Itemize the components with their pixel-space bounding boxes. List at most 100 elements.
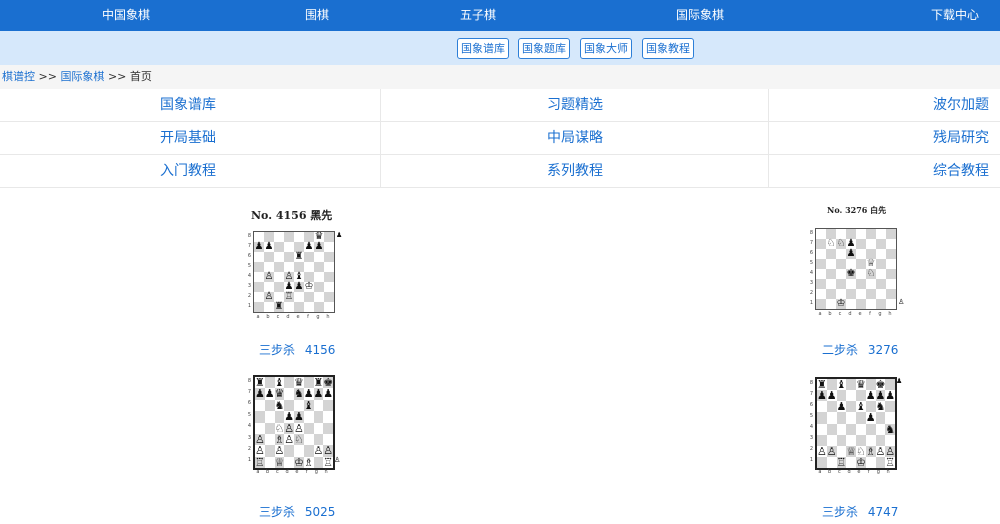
category-link[interactable]: 综合教程: [933, 155, 989, 187]
puzzle-link[interactable]: 三步杀 5025: [259, 503, 335, 520]
puzzle-link[interactable]: 三步杀 4747: [822, 503, 898, 520]
board-square[interactable]: [876, 424, 886, 435]
board-square[interactable]: [324, 302, 334, 312]
board-square[interactable]: [264, 252, 274, 262]
chess-piece[interactable]: ♔: [304, 282, 314, 292]
subnav-tutorial-button[interactable]: 国象教程: [642, 38, 694, 59]
chess-piece[interactable]: ♞: [885, 423, 895, 434]
chess-piece[interactable]: ♞: [275, 399, 285, 411]
board-square[interactable]: [314, 302, 324, 312]
board-square[interactable]: [816, 289, 826, 299]
chess-piece[interactable]: ♛: [856, 379, 866, 390]
breadcrumb-chess-link[interactable]: 国际象棋: [60, 70, 104, 83]
chess-piece[interactable]: ♟: [314, 242, 324, 252]
board-square[interactable]: [254, 262, 264, 272]
chess-piece[interactable]: ♞: [876, 401, 886, 412]
board-square[interactable]: [826, 269, 836, 279]
category-link[interactable]: 国象谱库: [160, 89, 216, 121]
chess-piece[interactable]: ♜: [274, 302, 284, 312]
board-square[interactable]: [264, 399, 275, 412]
board-square[interactable]: [876, 279, 886, 289]
chess-piece[interactable]: ♟: [827, 390, 837, 401]
category-link[interactable]: 习题精选: [547, 89, 603, 121]
chess-piece[interactable]: ♘: [294, 433, 304, 445]
board-square[interactable]: [294, 292, 304, 302]
chess-piece[interactable]: ♖: [837, 457, 847, 468]
board-square[interactable]: [876, 259, 886, 269]
board-square[interactable]: [314, 282, 324, 292]
chess-board[interactable]: ♘ ♘ ♟ ♟ ♕ ♚ ♘ ♔: [815, 228, 897, 310]
chess-piece[interactable]: ♔: [836, 299, 846, 309]
board-square[interactable]: [886, 279, 896, 289]
chess-piece[interactable]: ♘: [826, 239, 836, 249]
chess-piece[interactable]: ♗: [866, 446, 876, 457]
board-square[interactable]: [304, 302, 314, 312]
chess-piece[interactable]: ♝: [304, 399, 314, 411]
board-square[interactable]: [313, 411, 324, 423]
chess-piece[interactable]: ♟: [255, 388, 265, 400]
board-square[interactable]: [284, 445, 294, 457]
board-square[interactable]: [313, 456, 324, 468]
board-square[interactable]: [866, 239, 876, 249]
board-square[interactable]: [314, 292, 324, 302]
board-square[interactable]: [255, 411, 265, 423]
board-square[interactable]: [265, 411, 275, 422]
board-square[interactable]: [866, 457, 876, 468]
board-square[interactable]: [856, 424, 866, 435]
chess-board[interactable]: ♜ ♝ ♛ ♜ ♚ ♟ ♟ ♛ ♞ ♟ ♟ ♟ ♞ ♝ ♟ ♟ ♘ ♙ ♙ ♙ ♗ ♙ ♘ ♙ ♙ ♙ ♙ ♖ ♕ ♔ ♗ ♖: [253, 375, 335, 470]
board-square[interactable]: [254, 302, 264, 312]
board-square[interactable]: [875, 412, 886, 424]
board-square[interactable]: [254, 272, 264, 282]
chess-piece[interactable]: ♚: [846, 269, 856, 279]
board-square[interactable]: [284, 242, 294, 252]
board-square[interactable]: [274, 282, 284, 292]
board-square[interactable]: [836, 279, 846, 289]
chess-piece[interactable]: ♙: [323, 445, 333, 457]
board-square[interactable]: [846, 412, 856, 423]
board-square[interactable]: [846, 423, 856, 435]
chess-piece[interactable]: ♗: [304, 456, 314, 468]
board-square[interactable]: [876, 269, 886, 279]
nav-download[interactable]: 下载中心: [931, 0, 979, 31]
board-square[interactable]: [866, 229, 876, 239]
board-square[interactable]: [856, 229, 866, 239]
board-square[interactable]: [265, 434, 275, 445]
chess-piece[interactable]: ♔: [294, 456, 304, 468]
board-square[interactable]: [323, 422, 333, 434]
chess-piece[interactable]: ♟: [304, 242, 314, 252]
board-square[interactable]: [284, 388, 294, 399]
board-square[interactable]: [304, 252, 314, 262]
chess-piece[interactable]: ♖: [323, 456, 333, 468]
board-square[interactable]: [856, 269, 866, 279]
chess-piece[interactable]: ♘: [866, 269, 876, 279]
board-square[interactable]: [876, 229, 886, 239]
board-square[interactable]: [856, 259, 866, 269]
board-square[interactable]: [274, 242, 284, 252]
board-square[interactable]: [274, 232, 284, 242]
board-square[interactable]: [826, 401, 837, 413]
chess-piece[interactable]: ♟: [323, 388, 333, 400]
board-square[interactable]: [836, 412, 847, 424]
chess-piece[interactable]: ♟: [885, 390, 895, 401]
board-square[interactable]: [846, 457, 856, 468]
chess-piece[interactable]: ♙: [817, 446, 827, 457]
board-square[interactable]: [826, 289, 836, 299]
chess-piece[interactable]: ♟: [265, 388, 275, 400]
board-square[interactable]: [886, 289, 896, 299]
board-square[interactable]: [314, 272, 324, 282]
board-square[interactable]: [865, 423, 876, 435]
board-square[interactable]: [304, 262, 314, 272]
chess-piece[interactable]: ♞: [294, 388, 304, 400]
board-square[interactable]: [836, 249, 846, 259]
board-square[interactable]: [323, 399, 333, 412]
board-square[interactable]: [314, 262, 324, 272]
board-square[interactable]: [875, 456, 886, 468]
board-square[interactable]: [886, 229, 896, 239]
subnav-puzzle-library-button[interactable]: 国象题库: [518, 38, 570, 59]
board-square[interactable]: [856, 299, 866, 309]
chess-piece[interactable]: ♟: [866, 390, 876, 401]
chess-piece[interactable]: ♙: [284, 433, 294, 445]
board-square[interactable]: [284, 377, 294, 389]
chess-piece[interactable]: ♕: [846, 446, 856, 457]
board-square[interactable]: [816, 249, 826, 259]
